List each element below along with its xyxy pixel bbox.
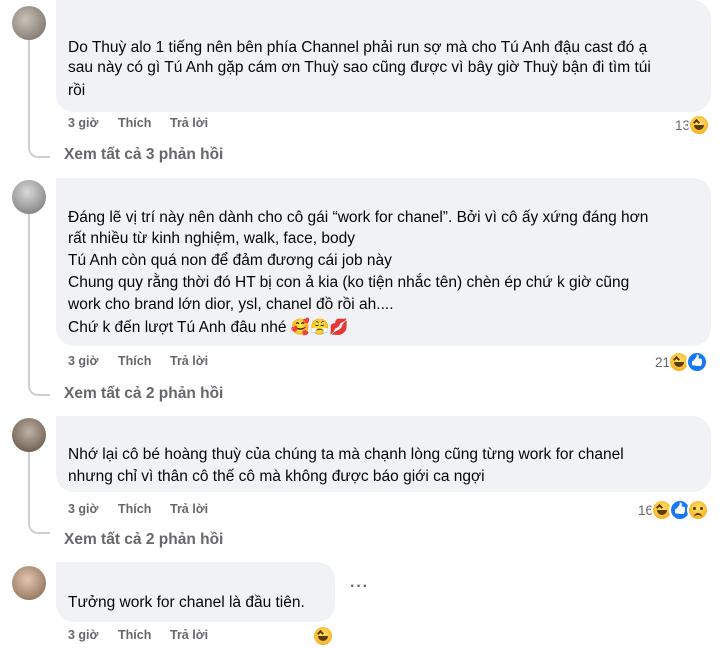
comment-bubble: Nhớ lại cô bé hoàng thuỳ của chúng ta mà…	[56, 416, 711, 492]
comment-text: rồi	[68, 82, 86, 99]
comment-text: Do Thuỳ alo 1 tiếng nên bên phía Channel…	[68, 39, 648, 56]
view-replies-link[interactable]: Xem tất cả 3 phản hồi	[64, 146, 223, 164]
timestamp[interactable]: 3 giờ	[68, 502, 98, 516]
view-replies-link[interactable]: Xem tất cả 2 phản hồi	[64, 385, 223, 403]
comment-text: Tưởng work for chanel là đầu tiên.	[68, 594, 305, 611]
reply-thread-line	[28, 214, 50, 396]
comment-text: nhưng chỉ vì thân cô thế cô mà không đượ…	[68, 468, 485, 485]
haha-icon	[312, 625, 334, 647]
comment-text: Đáng lẽ vị trí này nên dành cho cô gái “…	[68, 209, 649, 226]
timestamp[interactable]: 3 giờ	[68, 116, 98, 130]
comment-text: work cho brand lớn dior, ysl, chanel đồ …	[68, 296, 394, 313]
reaction-summary[interactable]	[312, 625, 334, 647]
reply-button[interactable]: Trả lời	[170, 628, 208, 642]
avatar[interactable]	[12, 180, 46, 214]
timestamp[interactable]: 3 giờ	[68, 628, 98, 642]
comment-text: Chứ k đến lượt Tú Anh đâu nhé 🥰😤💋	[68, 319, 349, 336]
avatar[interactable]	[12, 566, 46, 600]
reply-button[interactable]: Trả lời	[170, 354, 208, 368]
comment-text: Nhớ lại cô bé hoàng thuỳ của chúng ta mà…	[68, 446, 624, 463]
reaction-summary[interactable]: 16	[638, 499, 710, 521]
comment-bubble: Tưởng work for chanel là đầu tiên.	[56, 562, 335, 622]
comment-bubble: Do Thuỳ alo 1 tiếng nên bên phía Channel…	[56, 0, 711, 112]
sad-icon	[687, 499, 710, 521]
reaction-summary[interactable]: 21	[655, 351, 709, 373]
reply-button[interactable]: Trả lời	[170, 502, 208, 516]
like-button[interactable]: Thích	[118, 354, 151, 368]
comment-text: sau này có gì Tú Anh gặp cám ơn Thuỳ sao…	[68, 59, 651, 76]
like-icon	[686, 351, 709, 373]
like-button[interactable]: Thích	[118, 502, 151, 516]
view-replies-link[interactable]: Xem tất cả 2 phản hồi	[64, 531, 223, 549]
haha-icon	[688, 114, 711, 136]
comment-text: rất nhiều từ kinh nghiệm, walk, face, bo…	[68, 230, 355, 247]
reaction-summary[interactable]: 13	[675, 114, 711, 136]
like-button[interactable]: Thích	[118, 116, 151, 130]
reply-button[interactable]: Trả lời	[170, 116, 208, 130]
comment-bubble: Đáng lẽ vị trí này nên dành cho cô gái “…	[56, 178, 711, 346]
timestamp[interactable]: 3 giờ	[68, 354, 98, 368]
avatar[interactable]	[12, 6, 46, 40]
more-options-icon[interactable]: ···	[350, 578, 369, 596]
comment-text: Tú Anh còn quá non để đảm đương cái job …	[68, 252, 392, 269]
reply-thread-line	[28, 40, 50, 158]
avatar[interactable]	[12, 418, 46, 452]
comment-text: Chung quy rằng thời đó HT bị con ả kia (…	[68, 274, 630, 291]
like-button[interactable]: Thích	[118, 628, 151, 642]
reply-thread-line	[28, 452, 50, 534]
